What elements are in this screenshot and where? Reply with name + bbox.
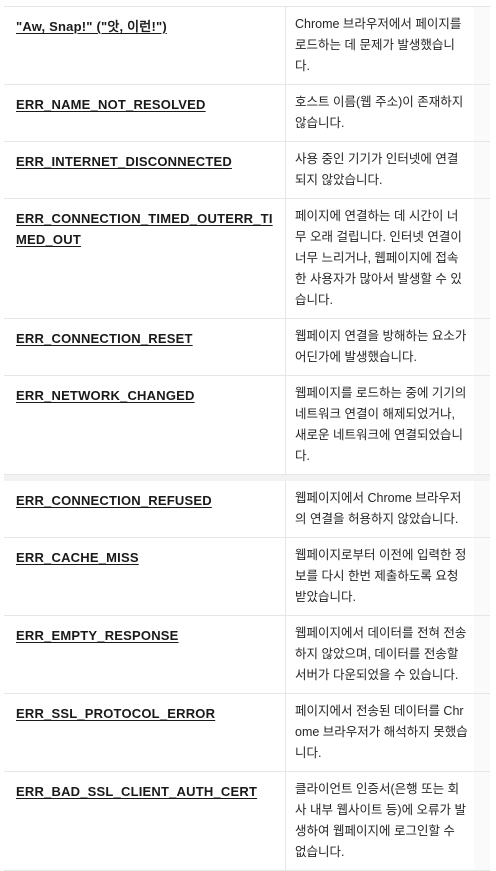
row-edge [474, 142, 490, 198]
error-description: 웹페이지에서 데이터를 전혀 전송하지 않았으며, 데이터를 전송할 서버가 다… [295, 626, 467, 682]
error-code-link[interactable]: ERR_BAD_SSL_CLIENT_AUTH_CERT [4, 772, 286, 870]
row-edge [474, 199, 490, 318]
row-edge [474, 616, 490, 693]
error-code-link[interactable]: ERR_CONNECTION_RESET [4, 319, 286, 375]
error-code-link[interactable]: ERR_CACHE_MISS [4, 538, 286, 615]
row-edge [474, 481, 490, 537]
error-description: 웹페이지 연결을 방해하는 요소가 어딘가에 발생했습니다. [295, 329, 467, 364]
table-row: ERR_CONNECTION_RESET 웹페이지 연결을 방해하는 요소가 어… [4, 319, 490, 376]
row-edge [474, 772, 490, 870]
error-description: 클라이언트 인증서(은행 또는 회사 내부 웹사이트 등)에 오류가 발생하여 … [295, 782, 467, 859]
error-code-link[interactable]: ERR_CONNECTION_TIMED_OUTERR_TIMED_OUT [4, 199, 286, 318]
table-row: ERR_SSL_PROTOCOL_ERROR 페이지에서 전송된 데이터를 Ch… [4, 694, 490, 772]
row-edge [474, 85, 490, 141]
error-code-link[interactable]: ERR_EMPTY_RESPONSE [4, 616, 286, 693]
row-edge [474, 694, 490, 771]
error-code-link[interactable]: ERR_CONNECTION_REFUSED [4, 481, 286, 537]
error-description: 사용 중인 기기가 인터넷에 연결되지 않았습니다. [295, 152, 459, 187]
table-row: ERR_CACHE_MISS 웹페이지로부터 이전에 입력한 정보를 다시 한번… [4, 538, 490, 616]
table-row: ERR_BAD_SSL_CLIENT_AUTH_CERT 클라이언트 인증서(은… [4, 772, 490, 871]
error-description: 웹페이지에서 Chrome 브라우저의 연결을 허용하지 않았습니다. [295, 491, 462, 526]
error-code-link[interactable]: ERR_NAME_NOT_RESOLVED [4, 85, 286, 141]
error-code-link[interactable]: ERR_INTERNET_DISCONNECTED [4, 142, 286, 198]
table-row: ERR_NETWORK_CHANGED 웹페이지를 로드하는 중에 기기의 네트… [4, 376, 490, 475]
table-row: ERR_CONNECTION_REFUSED 웹페이지에서 Chrome 브라우… [4, 475, 490, 538]
row-edge [474, 319, 490, 375]
table-row: ERR_EMPTY_RESPONSE 웹페이지에서 데이터를 전혀 전송하지 않… [4, 616, 490, 694]
error-description: Chrome 브라우저에서 페이지를 로드하는 데 문제가 발생했습니다. [295, 17, 462, 73]
error-description: 웹페이지로부터 이전에 입력한 정보를 다시 한번 제출하도록 요청받았습니다. [295, 548, 467, 604]
error-code-link[interactable]: ERR_SSL_PROTOCOL_ERROR [4, 694, 286, 771]
error-codes-table: "Aw, Snap!" ("앗, 이런!") Chrome 브라우저에서 페이지… [4, 6, 490, 871]
table-row: "Aw, Snap!" ("앗, 이런!") Chrome 브라우저에서 페이지… [4, 7, 490, 85]
row-edge [474, 376, 490, 474]
error-description: 호스트 이름(웹 주소)이 존재하지 않습니다. [295, 95, 464, 130]
error-code-link[interactable]: ERR_NETWORK_CHANGED [4, 376, 286, 474]
error-description: 웹페이지를 로드하는 중에 기기의 네트워크 연결이 해제되었거나, 새로운 네… [295, 386, 467, 463]
error-code-link[interactable]: "Aw, Snap!" ("앗, 이런!") [4, 7, 286, 84]
table-row: ERR_NAME_NOT_RESOLVED 호스트 이름(웹 주소)이 존재하지… [4, 85, 490, 142]
table-row: ERR_CONNECTION_TIMED_OUTERR_TIMED_OUT 페이… [4, 199, 490, 319]
error-description: 페이지에서 전송된 데이터를 Chrome 브라우저가 해석하지 못했습니다. [295, 704, 468, 760]
table-row: ERR_INTERNET_DISCONNECTED 사용 중인 기기가 인터넷에… [4, 142, 490, 199]
row-edge [474, 538, 490, 615]
row-edge [474, 7, 490, 84]
error-description: 페이지에 연결하는 데 시간이 너무 오래 걸립니다. 인터넷 연결이 너무 느… [295, 209, 462, 307]
